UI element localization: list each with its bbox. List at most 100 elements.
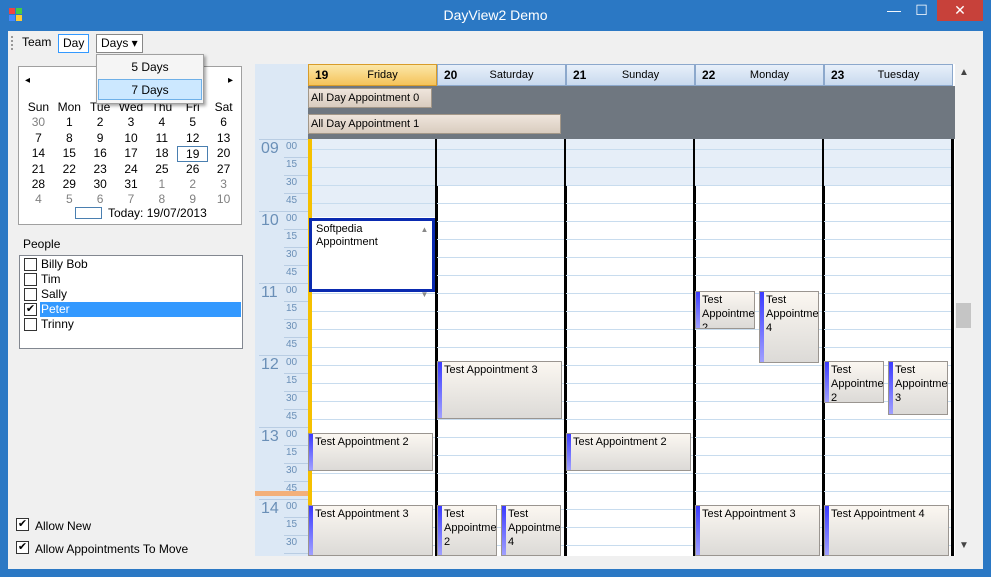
calendar-day[interactable]: 24 — [116, 162, 147, 177]
calendar-day[interactable]: 22 — [54, 162, 85, 177]
person-item[interactable]: Tim — [20, 272, 242, 287]
time-slot-line — [824, 149, 953, 150]
scroll-thumb[interactable] — [956, 303, 971, 328]
appointment[interactable]: Test Appointment 2 — [437, 505, 497, 556]
day-view[interactable]: 09 00 15 30 45 10 00 15 30 45 11 00 15 30 45 12 00 15 30 45… — [255, 64, 955, 556]
calendar-day[interactable]: 3 — [208, 177, 239, 192]
calendar-day[interactable]: 3 — [116, 115, 147, 130]
calendar-day[interactable]: 23 — [85, 162, 116, 177]
time-slot-line — [566, 239, 695, 240]
calendar-day[interactable]: 11 — [146, 131, 177, 146]
calendar-day[interactable]: 29 — [54, 177, 85, 192]
calendar-day[interactable]: 5 — [54, 192, 85, 207]
calendar-day[interactable]: 1 — [54, 115, 85, 130]
person-checkbox[interactable]: ✔ — [24, 303, 37, 316]
today-label[interactable]: Today: 19/07/2013 — [108, 206, 207, 220]
calendar-day[interactable]: 4 — [146, 115, 177, 130]
person-checkbox[interactable] — [24, 258, 37, 271]
appointment[interactable]: Test Appointment 4 — [501, 505, 561, 556]
person-checkbox[interactable] — [24, 273, 37, 286]
all-day-appointment-1[interactable]: All Day Appointment 1 — [308, 114, 561, 134]
calendar-day[interactable]: 14 — [23, 146, 54, 161]
calendar-day[interactable]: 28 — [23, 177, 54, 192]
next-month-icon[interactable]: ▸ — [228, 75, 233, 86]
calendar-day[interactable]: 1 — [146, 177, 177, 192]
client-area: Team Day Days ▾ ◂ ▸ Sun Mon Tue Wed Thu Fri Sa… — [8, 31, 983, 569]
calendar-day[interactable]: 6 — [208, 115, 239, 130]
menu-item-5-days[interactable]: 5 Days — [98, 57, 202, 78]
calendar-day[interactable]: 10 — [208, 192, 239, 207]
scroll-up-icon[interactable]: ▲ — [959, 67, 969, 78]
calendar-day[interactable]: 30 — [85, 177, 116, 192]
scroll-down-icon[interactable]: ▼ — [959, 540, 969, 551]
calendar-day[interactable]: 10 — [116, 131, 147, 146]
allow-move-checkbox[interactable]: ✔ — [16, 541, 29, 554]
person-checkbox[interactable] — [24, 318, 37, 331]
minimize-button[interactable]: — — [880, 0, 908, 21]
all-day-appointment-0[interactable]: All Day Appointment 0 — [308, 88, 432, 108]
calendar-day[interactable]: 21 — [23, 162, 54, 177]
appointment[interactable]: Test Appointment 3 — [308, 505, 433, 556]
all-day-area[interactable]: All Day Appointment 0 All Day Appointmen… — [308, 86, 955, 139]
selected-appointment-title[interactable]: Softpedia Appointment — [316, 223, 378, 248]
appointment[interactable]: Test Appointment 2 — [695, 291, 755, 329]
selected-appointment[interactable]: Softpedia Appointment ▲ ▼ — [309, 218, 435, 299]
prev-month-icon[interactable]: ◂ — [25, 75, 30, 86]
calendar-day[interactable]: 2 — [177, 177, 208, 192]
people-list[interactable]: Billy Bob Tim Sally ✔ Peter Trinny — [19, 255, 243, 349]
appointment[interactable]: Test Appointment 4 — [759, 291, 819, 363]
calendar-day[interactable]: 7 — [23, 131, 54, 146]
allow-new-checkbox[interactable]: ✔ — [16, 518, 29, 531]
vertical-scrollbar[interactable]: ▲ ▼ — [955, 64, 973, 556]
appointment[interactable]: Test Appointment 4 — [824, 505, 949, 556]
appointment[interactable]: Test Appointment 3 — [888, 361, 948, 415]
appointment[interactable]: Test Appointment 2 — [308, 433, 433, 471]
day-name: Friday — [367, 69, 398, 81]
day-column[interactable] — [437, 139, 566, 556]
calendar-day[interactable]: 13 — [208, 131, 239, 146]
day-header[interactable]: 23 Tuesday — [824, 64, 953, 86]
day-column[interactable] — [566, 139, 695, 556]
close-button[interactable]: ✕ — [937, 0, 983, 21]
calendar-day[interactable]: 16 — [85, 146, 116, 161]
calendar-day[interactable]: 9 — [85, 131, 116, 146]
calendar-day[interactable]: 15 — [54, 146, 85, 161]
toolbar-grip[interactable] — [11, 36, 13, 50]
appointment[interactable]: Test Appointment 3 — [695, 505, 820, 556]
calendar-day[interactable]: 30 — [23, 115, 54, 130]
person-item[interactable]: ✔ Peter — [20, 302, 242, 317]
calendar-day[interactable]: 2 — [85, 115, 116, 130]
day-column[interactable] — [308, 139, 437, 556]
day-column[interactable] — [824, 139, 953, 556]
maximize-button[interactable]: ☐ — [908, 0, 935, 21]
person-checkbox[interactable] — [24, 288, 37, 301]
day-header[interactable]: 20 Saturday — [437, 64, 566, 86]
team-button[interactable]: Team — [18, 34, 55, 53]
calendar-day[interactable]: 31 — [116, 177, 147, 192]
calendar-day[interactable]: 20 — [208, 146, 239, 161]
calendar-day[interactable]: 19 — [177, 146, 209, 162]
day-header[interactable]: 22 Monday — [695, 64, 824, 86]
calendar-day[interactable]: 5 — [177, 115, 208, 130]
appointment[interactable]: Test Appointment 3 — [437, 361, 562, 419]
calendar-day[interactable]: 18 — [146, 146, 177, 161]
calendar-day[interactable]: 17 — [116, 146, 147, 161]
appointment[interactable]: Test Appointment 2 — [824, 361, 884, 403]
person-item[interactable]: Sally — [20, 287, 242, 302]
calendar-day[interactable]: 25 — [146, 162, 177, 177]
calendar-day[interactable]: 12 — [177, 131, 208, 146]
calendar-day[interactable]: 8 — [54, 131, 85, 146]
person-item[interactable]: Billy Bob — [20, 257, 242, 272]
person-item[interactable]: Trinny — [20, 317, 242, 332]
days-dropdown-button[interactable]: Days ▾ — [96, 34, 143, 53]
menu-item-7-days[interactable]: 7 Days — [98, 79, 202, 100]
time-slot-line — [308, 365, 437, 366]
day-header[interactable]: 21 Sunday — [566, 64, 695, 86]
appointment[interactable]: Test Appointment 2 — [566, 433, 691, 471]
calendar-day[interactable]: 27 — [208, 162, 239, 177]
day-header[interactable]: 19 Friday — [308, 64, 437, 86]
appointment-scrollbar[interactable]: ▲ ▼ — [419, 223, 430, 299]
calendar-day[interactable]: 26 — [177, 162, 208, 177]
calendar-day[interactable]: 4 — [23, 192, 54, 207]
day-button[interactable]: Day — [58, 34, 90, 53]
